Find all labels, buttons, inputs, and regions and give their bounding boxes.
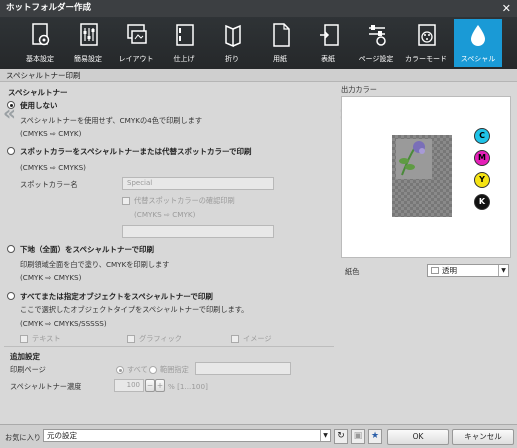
close-icon[interactable]: ✕ xyxy=(502,0,511,17)
preview-sheet xyxy=(392,135,452,217)
alt-spot-field[interactable] xyxy=(122,225,274,238)
favorites-label: お気に入り xyxy=(5,433,41,442)
radio-none[interactable] xyxy=(7,101,15,109)
output-color-heading: 出力カラー xyxy=(341,85,377,94)
tab-cover[interactable]: 表紙 xyxy=(306,19,350,67)
opt-under-label: 下地（全面）をスペシャルトナーで印刷 xyxy=(20,245,155,254)
radio-spot[interactable] xyxy=(7,147,15,155)
alt-spot-map: (CMYKS ⇨ CMYK) xyxy=(134,210,196,219)
flower-image-icon xyxy=(396,139,432,179)
output-preview: C M Y K xyxy=(341,96,511,258)
refresh-icon[interactable]: ↻ xyxy=(334,429,348,444)
ink-k-icon: K xyxy=(474,194,490,210)
density-label: スペシャルトナー濃度 xyxy=(10,382,82,391)
ink-c-icon: C xyxy=(474,128,490,144)
check-graphic-label: グラフィック xyxy=(139,334,182,343)
sliders-doc-icon xyxy=(80,23,98,46)
tab-basic[interactable]: 基本設定 xyxy=(18,19,62,67)
opt-none-label: 使用しない xyxy=(20,101,58,110)
print-pages-label: 印刷ページ xyxy=(10,365,46,374)
alt-spot-checkbox[interactable] xyxy=(122,197,130,205)
paper-icon xyxy=(273,23,290,47)
tab-paper[interactable]: 用紙 xyxy=(258,19,302,67)
radio-pages-range[interactable] xyxy=(149,366,157,374)
opt-none-map: (CMYKS ⇨ CMYK) xyxy=(20,129,82,138)
tab-page-setup[interactable]: ページ設定 xyxy=(354,19,398,67)
chevron-down-icon: ▼ xyxy=(498,265,508,276)
ok-button[interactable]: OK xyxy=(387,429,449,445)
ink-m-icon: M xyxy=(474,150,490,166)
title-bar: ホットフォルダー作成 ✕ xyxy=(0,0,517,17)
fold-icon xyxy=(225,24,241,48)
radio-under[interactable] xyxy=(7,245,15,253)
density-input[interactable]: 100 xyxy=(114,379,144,392)
gear-doc-icon xyxy=(32,23,50,46)
opt-objects-label: すべてまたは指定オブジェクトをスペシャルトナーで印刷 xyxy=(20,292,213,301)
pages-all-label: すべて xyxy=(127,365,148,374)
layout-icon xyxy=(127,24,147,44)
check-text[interactable] xyxy=(20,335,28,343)
ink-y-icon: Y xyxy=(474,172,490,188)
radio-pages-all[interactable] xyxy=(116,366,124,374)
opt-spot-label: スポットカラーをスペシャルトナーまたは代替スポットカラーで印刷 xyxy=(20,147,252,156)
check-graphic[interactable] xyxy=(127,335,135,343)
pages-range-label: 範囲指定 xyxy=(160,365,189,374)
palette-icon xyxy=(418,24,436,46)
save-icon[interactable]: ▣ xyxy=(351,429,365,444)
output-color-panel: 出力カラー C M Y K 紙色 透明 ▼ xyxy=(339,84,513,418)
drop-icon xyxy=(471,25,485,46)
special-toner-settings: スペシャルトナー 使用しない スペシャルトナーを使用せず、CMYKの4色で印刷し… xyxy=(4,84,334,418)
paper-color-select[interactable]: 透明 ▼ xyxy=(427,264,509,277)
radio-objects[interactable] xyxy=(7,292,15,300)
check-text-label: テキスト xyxy=(32,334,61,343)
tab-fold[interactable]: 折り xyxy=(210,19,254,67)
toolbar: « » 基本設定 簡易設定 レイアウト 仕上げ 折り 用紙 表紙 ページ設定 カ… xyxy=(0,17,517,125)
spot-name-label: スポットカラー名 xyxy=(20,180,78,189)
page-setup-icon xyxy=(369,25,386,46)
paper-color-label: 紙色 xyxy=(345,267,360,276)
additional-heading: 追加設定 xyxy=(10,352,40,361)
check-image-label: イメージ xyxy=(243,334,272,343)
opt-spot-map: (CMYKS ⇨ CMYKS) xyxy=(20,163,86,172)
tab-color-mode[interactable]: カラーモード xyxy=(404,19,448,67)
page-range-field[interactable] xyxy=(195,362,291,375)
tab-simple[interactable]: 簡易設定 xyxy=(66,19,110,67)
opt-objects-desc: ここで選択したオブジェクトタイプをスペシャルトナーで印刷します。 xyxy=(20,305,249,314)
special-toner-heading: スペシャルトナー xyxy=(8,88,68,97)
divider xyxy=(4,346,334,347)
density-increase-button[interactable]: + xyxy=(155,379,165,392)
tab-special[interactable]: スペシャル xyxy=(454,19,502,67)
density-decrease-button[interactable]: − xyxy=(145,379,155,392)
opt-objects-map: (CMYK ⇨ CMYKS/SSSSS) xyxy=(20,319,107,328)
tab-layout[interactable]: レイアウト xyxy=(114,19,158,67)
density-range: % [1...100] xyxy=(168,382,208,391)
cancel-button[interactable]: キャンセル xyxy=(452,429,514,445)
cover-icon xyxy=(320,24,339,46)
opt-under-map: (CMYK ⇨ CMYKS) xyxy=(20,273,82,282)
finishing-icon xyxy=(176,24,194,46)
opt-none-desc: スペシャルトナーを使用せず、CMYKの4色で印刷します xyxy=(20,116,203,125)
chevron-down-icon: ▼ xyxy=(320,430,330,441)
tab-finishing[interactable]: 仕上げ xyxy=(162,19,206,67)
check-image[interactable] xyxy=(231,335,239,343)
footer-bar: お気に入り 元の設定 ▼ ↻ ▣ ★ OK キャンセル xyxy=(0,424,517,448)
alt-spot-label: 代替スポットカラーの確認印刷 xyxy=(134,196,235,205)
panel-title: スペシャルトナー印刷 xyxy=(0,69,517,82)
favorites-select[interactable]: 元の設定 ▼ xyxy=(43,429,331,442)
paper-swatch xyxy=(431,267,439,274)
opt-under-desc: 印刷領域全面を白で塗り、CMYKを印刷します xyxy=(20,260,170,269)
spot-name-field[interactable]: Special xyxy=(122,177,274,190)
window-title: ホットフォルダー作成 xyxy=(6,3,92,13)
favorite-star-icon[interactable]: ★ xyxy=(368,429,382,444)
